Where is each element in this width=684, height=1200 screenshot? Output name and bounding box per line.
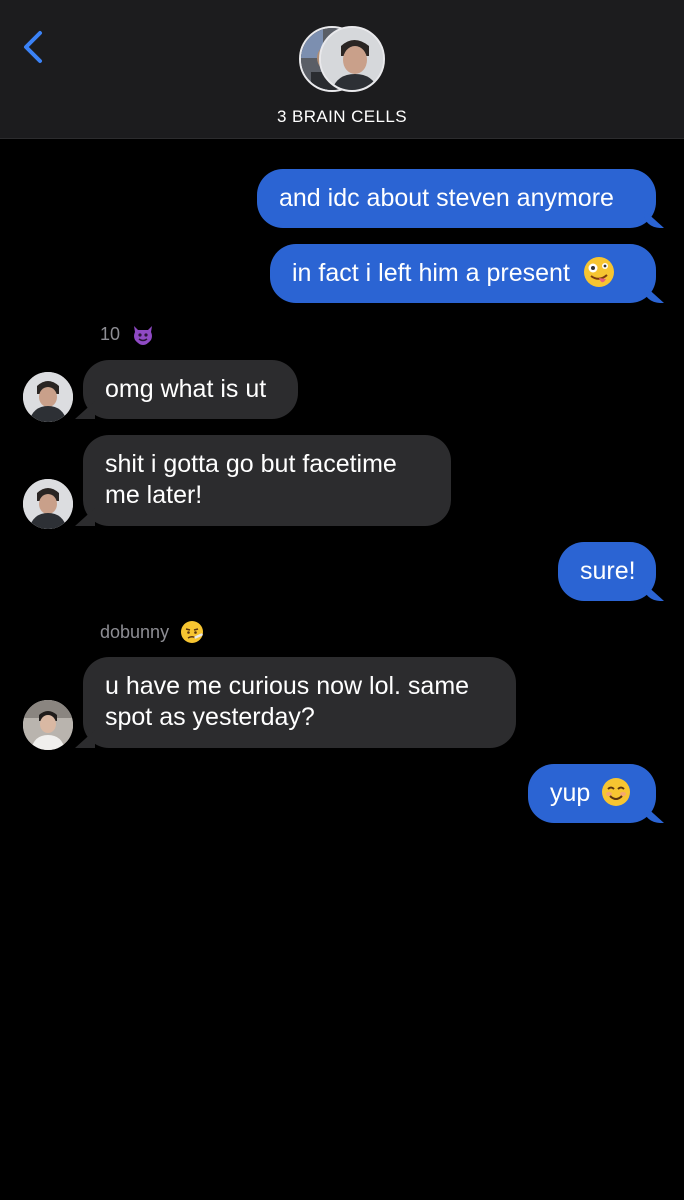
message-text: in fact i left him a present (292, 259, 570, 287)
message-text: omg what is ut (105, 375, 267, 403)
group-avatar-stack[interactable] (299, 26, 387, 96)
message-text-line: shit i gotta go but facetime (105, 450, 397, 478)
message-bubble-incoming[interactable]: u have me curious now lol. same spot as … (83, 657, 516, 748)
message-text: yup (550, 779, 591, 807)
message-bubble-incoming[interactable]: omg what is ut (83, 360, 298, 419)
conversation-header: 3 BRAIN CELLS (0, 0, 684, 139)
message-bubble-outgoing[interactable]: and idc about steven anymore (257, 169, 656, 228)
messages-screen: 3 BRAIN CELLS and idc about steven anymo… (0, 0, 684, 1200)
message-text: and idc about steven anymore (279, 184, 614, 212)
message-text-line: me later! (105, 481, 203, 509)
message-bubble-outgoing[interactable]: yup (528, 764, 656, 823)
group-name[interactable]: 3 BRAIN CELLS (0, 107, 684, 127)
message-bubble-outgoing[interactable]: sure! (558, 542, 656, 601)
group-member-avatar (319, 26, 385, 92)
sender-label: dobunny (100, 620, 204, 644)
smiling-imp-emoji-icon (134, 325, 153, 345)
message-text-line: u have me curious now lol. same (105, 672, 470, 700)
avatar[interactable] (23, 372, 73, 422)
message-bubble-outgoing[interactable]: in fact i left him a present (270, 244, 656, 303)
message-text: sure! (580, 557, 636, 585)
avatar[interactable] (23, 700, 73, 750)
avatar[interactable] (23, 479, 73, 529)
back-button[interactable] (18, 28, 54, 68)
sender-label: 10 (100, 324, 155, 346)
message-bubble-incoming[interactable]: shit i gotta go but facetime me later! (83, 435, 451, 526)
zany-face-emoji-icon (583, 257, 614, 288)
chevron-left-icon (24, 31, 42, 63)
sender-name: dobunny (100, 622, 170, 642)
sender-name: 10 (100, 324, 121, 344)
face-with-thermometer-emoji-icon (181, 620, 204, 643)
smiling-face-emoji-icon (602, 778, 631, 807)
message-text-line: spot as yesterday? (105, 703, 315, 731)
